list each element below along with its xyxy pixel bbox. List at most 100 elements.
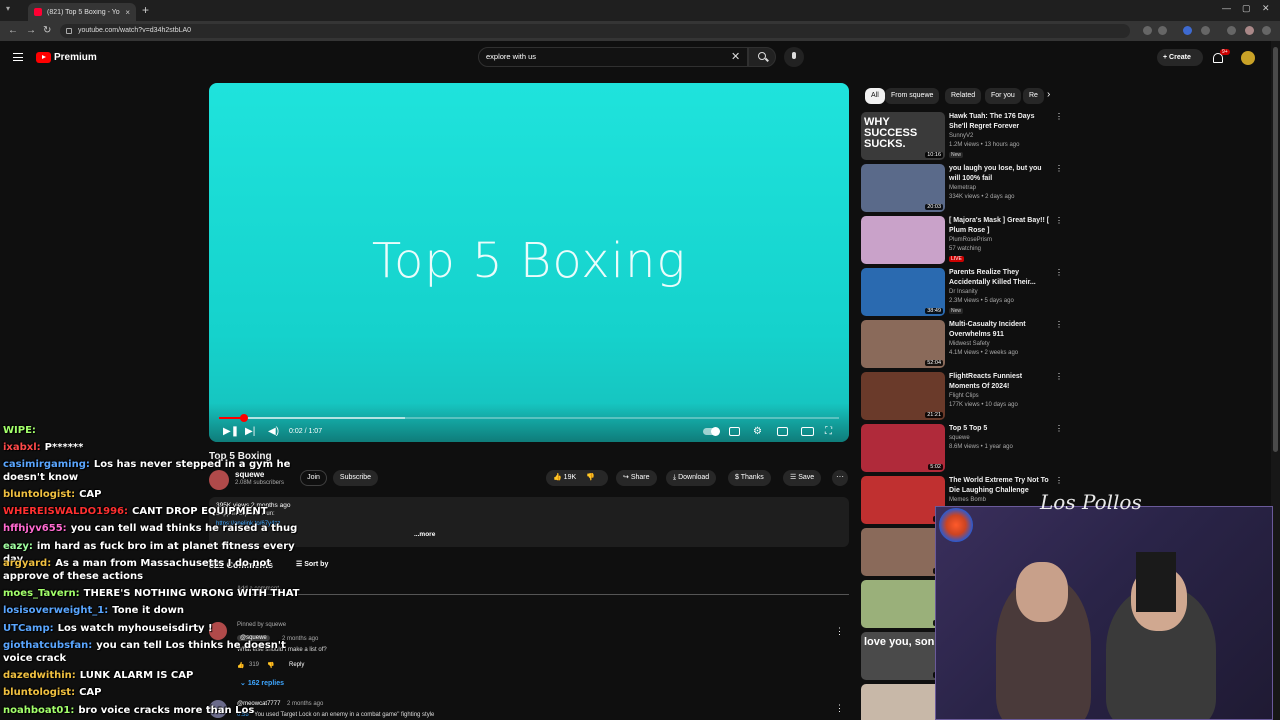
captions-icon[interactable] [729, 427, 740, 436]
comment-menu-icon[interactable]: ⋮ [835, 626, 844, 637]
video-menu-icon[interactable]: ⋮ [1055, 476, 1063, 485]
search-input[interactable]: explore with us [478, 47, 748, 67]
video-menu-icon[interactable]: ⋮ [1055, 112, 1063, 121]
close-window-icon[interactable]: ✕ [1262, 3, 1270, 14]
recommended-video[interactable]: [ Majora's Mask ] Great Bay!! [ Plum Ros… [861, 216, 1063, 266]
thumbs-down-icon[interactable]: 👎 [586, 474, 595, 481]
subscribe-button[interactable]: Subscribe [333, 470, 378, 486]
close-tab-icon[interactable]: × [125, 8, 130, 17]
video-menu-icon[interactable]: ⋮ [1055, 320, 1063, 329]
back-icon[interactable]: ← [8, 25, 18, 36]
video-thumbnail[interactable]: 18 [861, 580, 945, 628]
extensions-puzzle-icon[interactable] [1201, 26, 1210, 35]
video-thumbnail[interactable]: 20:03 [861, 164, 945, 212]
create-button[interactable]: + Create [1157, 49, 1203, 66]
filter-chip[interactable]: From squewe [885, 88, 940, 104]
filter-chip[interactable]: All [865, 88, 885, 104]
recommended-video-title[interactable]: The World Extreme Try Not To Die Laughin… [949, 476, 1053, 496]
recommended-channel-name[interactable]: squewe [949, 435, 970, 441]
filter-chip[interactable]: Re [1023, 88, 1044, 104]
filter-chip[interactable]: Related [945, 88, 982, 104]
clear-search-icon[interactable]: ✕ [731, 50, 740, 63]
video-thumbnail[interactable]: 38:49 [861, 268, 945, 316]
description-box[interactable]: 395K views 2 months ago Support Squewe R… [209, 497, 849, 547]
extension-icon[interactable] [1183, 26, 1192, 35]
miniplayer-icon[interactable] [777, 427, 788, 436]
scrubber-handle[interactable] [239, 414, 248, 422]
minimize-icon[interactable]: — [1222, 3, 1231, 13]
recommended-video[interactable]: 5:02 Top 5 Top 5 ⋮ squewe 8.6M views • 1 yea… [861, 424, 1063, 474]
recommended-channel-name[interactable]: Midwest Safety [949, 341, 990, 347]
chevron-right-icon[interactable]: › [1047, 89, 1050, 100]
recommended-video-title[interactable]: Multi-Casualty Incident Overwhelms 911 [949, 320, 1053, 340]
search-button[interactable] [748, 47, 776, 67]
video-thumbnail[interactable]: 19 [861, 528, 945, 576]
sidebar-icon[interactable] [1227, 26, 1236, 35]
browser-tab[interactable]: (821) Top 5 Boxing - YouTube × [28, 3, 136, 21]
like-dislike-button[interactable]: 👍 19K 👎 [546, 470, 608, 486]
site-info-icon[interactable] [66, 28, 72, 34]
recommended-video[interactable]: 20:03 you laugh you lose, but you will 10… [861, 164, 1063, 214]
comment-menu-icon[interactable]: ⋮ [835, 703, 844, 714]
save-button[interactable]: ☰ Save [783, 470, 822, 486]
filter-chip[interactable]: For you [985, 88, 1021, 104]
video-thumbnail[interactable]: 21:21 [861, 372, 945, 420]
video-thumbnail[interactable]: 52:04 [861, 320, 945, 368]
settings-gear-icon[interactable]: ⚙ [753, 426, 762, 437]
recommended-video-title[interactable]: Hawk Tuah: The 176 Days She'll Regret Fo… [949, 112, 1053, 132]
youtube-logo[interactable]: Premium [36, 52, 97, 63]
tab-list-icon[interactable]: ▾ [6, 4, 10, 13]
maximize-icon[interactable]: ▢ [1242, 3, 1251, 14]
recommended-video[interactable]: 52:04 Multi-Casualty Incident Overwhelms … [861, 320, 1063, 370]
video-thumbnail[interactable]: WHY SUCCESS SUCKS. 10:16 [861, 112, 945, 160]
autoplay-toggle[interactable] [703, 427, 720, 436]
video-thumbnail[interactable]: 10:37 [861, 684, 945, 720]
recommended-channel-name[interactable]: Flight Clips [949, 393, 979, 399]
recommended-channel-name[interactable]: Memetrap [949, 185, 976, 191]
recommended-video-title[interactable]: Top 5 Top 5 [949, 424, 1053, 434]
video-menu-icon[interactable]: ⋮ [1055, 216, 1063, 225]
forward-icon[interactable]: → [26, 25, 36, 36]
video-menu-icon[interactable]: ⋮ [1055, 424, 1063, 433]
account-avatar[interactable] [1241, 51, 1255, 65]
theater-mode-icon[interactable] [801, 427, 814, 436]
reload-icon[interactable]: ↻ [43, 25, 51, 36]
video-thumbnail[interactable]: love you, son!20 [861, 632, 945, 680]
video-thumbnail[interactable]: 22 [861, 476, 945, 524]
recommended-video[interactable]: 38:49 Parents Realize They Accidentally K… [861, 268, 1063, 318]
recommended-video[interactable]: 21:21 FlightReacts Funniest Moments Of 20… [861, 372, 1063, 422]
profile-avatar[interactable] [1245, 26, 1254, 35]
recommended-video-title[interactable]: FlightReacts Funniest Moments Of 2024! [949, 372, 1053, 392]
thumbs-up-icon[interactable]: 👍 [553, 474, 562, 481]
scrollbar-thumb[interactable] [1273, 47, 1278, 452]
show-more-link[interactable]: ...more [414, 531, 435, 538]
video-thumbnail[interactable]: 5:02 [861, 424, 945, 472]
recommended-video-title[interactable]: you laugh you lose, but you will 100% fa… [949, 164, 1053, 184]
more-actions-icon[interactable]: ··· [832, 470, 848, 486]
bookmark-star-icon[interactable] [1158, 26, 1167, 35]
recommended-channel-name[interactable]: SunnyV2 [949, 133, 973, 139]
voice-search-icon[interactable] [784, 47, 804, 67]
download-button[interactable]: ⤓ Download [666, 470, 717, 486]
address-bar[interactable]: youtube.com/watch?v=d34h2stbLA0 [60, 24, 1130, 38]
progress-bar[interactable] [219, 414, 839, 422]
menu-dots-icon[interactable] [1262, 26, 1271, 35]
video-thumbnail[interactable] [861, 216, 945, 264]
add-comment-input[interactable]: Add a comment... [237, 586, 849, 595]
video-menu-icon[interactable]: ⋮ [1055, 268, 1063, 277]
recommended-video[interactable]: WHY SUCCESS SUCKS. 10:16 Hawk Tuah: The 17… [861, 112, 1063, 162]
recommended-channel-name[interactable]: PlumRosePrism [949, 237, 992, 243]
video-menu-icon[interactable]: ⋮ [1055, 372, 1063, 381]
recommended-video-title[interactable]: Parents Realize They Accidentally Killed… [949, 268, 1053, 288]
recommended-video-title[interactable]: [ Majora's Mask ] Great Bay!! [ Plum Ros… [949, 216, 1053, 236]
new-tab-icon[interactable]: + [142, 3, 149, 17]
share-button[interactable]: ↪ Share [616, 470, 657, 486]
recommended-channel-name[interactable]: Memes Bomb [949, 497, 986, 503]
install-icon[interactable] [1143, 26, 1152, 35]
fullscreen-icon[interactable]: ⛶ [825, 426, 832, 437]
recommended-channel-name[interactable]: Dr Insanity [949, 289, 978, 295]
video-player[interactable]: Top 5 Boxing ▶❚ ▶| ◀) 0:02 / 1:07 ⚙ ⛶ [209, 83, 849, 442]
join-button[interactable]: Join [300, 470, 327, 486]
video-menu-icon[interactable]: ⋮ [1055, 164, 1063, 173]
thanks-button[interactable]: $ Thanks [728, 470, 771, 486]
